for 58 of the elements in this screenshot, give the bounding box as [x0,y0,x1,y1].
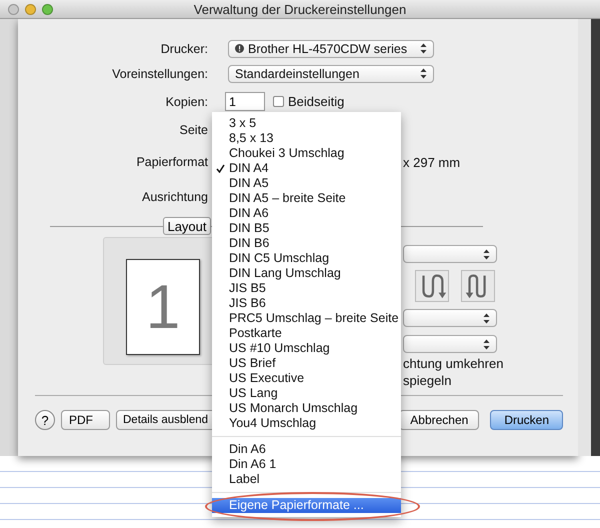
field-label: Papierformat [135,155,208,169]
menu-item[interactable]: DIN C5 Umschlag [212,251,401,266]
paper-dimensions: x 297 mm [403,154,460,170]
menu-item[interactable]: PRC5 Umschlag – breite Seite [212,311,401,326]
status-icon [235,44,244,53]
checkmark-icon [216,164,225,173]
menu-item[interactable]: DIN A4 [212,161,401,176]
window-zoom-button[interactable] [42,4,53,14]
stepper-arrows-icon [483,248,490,260]
menu-item[interactable]: 8,5 x 13 [212,131,401,146]
dropdown[interactable]: Brother HL-4570CDW series [228,40,434,58]
menu-item[interactable]: DIN Lang Umschlag [212,266,401,281]
layout-direction-button[interactable] [415,270,449,302]
menu-item[interactable]: Din A6 1 [212,457,401,472]
field-label: Ausrichtung [140,190,208,204]
pdf-menu-button[interactable]: PDF [61,410,110,430]
option-label: spiegeln [403,374,452,388]
field-label: Seite [178,123,208,137]
dialog-button[interactable]: Abbrechen [399,410,480,430]
menu-item[interactable]: DIN A5 [212,176,401,191]
section-button[interactable]: Layout [163,217,211,235]
preview-page: 1 [126,259,200,355]
dropdown[interactable] [403,335,497,353]
option-label: chtung umkehren [403,357,504,371]
print-button[interactable]: Drucken [490,410,563,430]
stepper-arrows-icon [420,43,427,54]
copies-field[interactable]: 1 [225,92,265,111]
menu-item[interactable]: DIN B5 [212,221,401,236]
field-label: Drucker: [160,42,208,56]
menu-item[interactable]: Choukei 3 Umschlag [212,146,401,161]
menu-item[interactable]: Label [212,472,401,487]
menu-item[interactable]: US #10 Umschlag [212,341,401,356]
menu-item[interactable]: Postkarte [212,326,401,341]
dropdown[interactable] [403,245,497,263]
stepper-arrows-icon [483,338,490,350]
menu-item[interactable]: DIN A6 [212,206,401,221]
stepper-arrows-icon [483,312,490,324]
menu-item[interactable]: DIN B6 [212,236,401,251]
dropdown[interactable]: Standardeinstellungen [228,64,434,82]
help-button[interactable]: ? [35,410,55,430]
duplex-checkbox[interactable] [273,96,284,107]
menu-item[interactable]: DIN A5 – breite Seite [212,191,401,206]
menu-item[interactable]: Din A6 [212,442,401,457]
menu-item[interactable]: 3 x 5 [212,116,401,131]
field-label: Voreinstellungen: [111,66,208,80]
checkbox-label: Beidseitig [288,94,344,109]
menu-item[interactable]: US Lang [212,386,401,401]
field-label: Kopien: [164,94,208,108]
menu-item[interactable]: JIS B6 [212,296,401,311]
menu-item[interactable]: Eigene Papierformate ... [212,498,401,513]
menu-item[interactable]: JIS B5 [212,281,401,296]
stepper-arrows-icon [420,68,427,79]
window-title: Verwaltung der Druckereinstellungen [192,2,408,16]
menu-item[interactable]: US Executive [212,371,401,386]
menu-item[interactable]: US Brief [212,356,401,371]
window-minimize-button[interactable] [25,4,36,14]
dropdown[interactable] [403,309,497,327]
layout-direction-button[interactable] [461,270,495,302]
